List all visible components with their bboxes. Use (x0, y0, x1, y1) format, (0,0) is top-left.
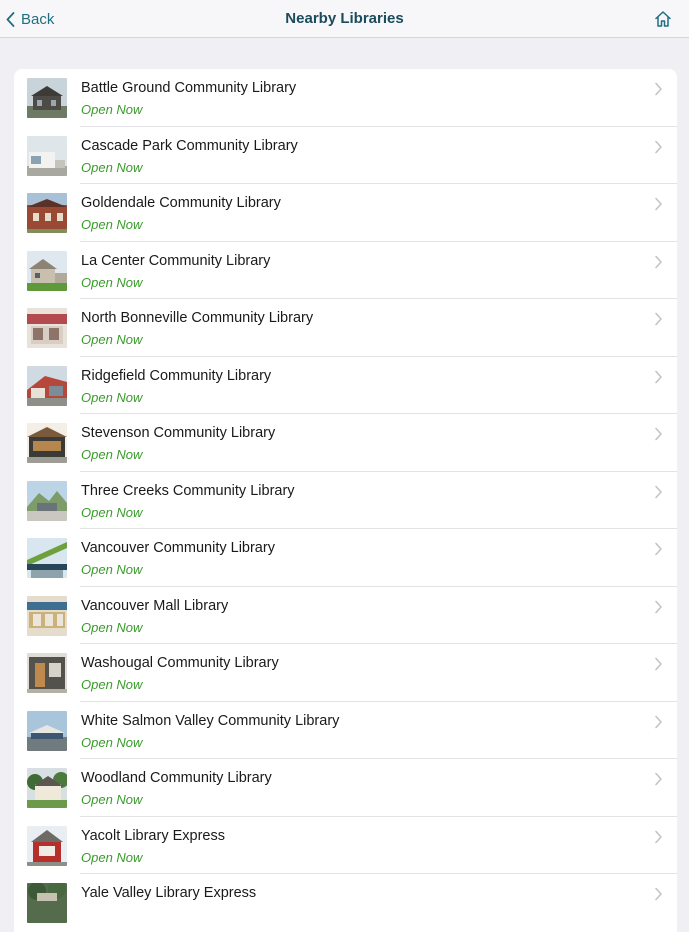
library-status: Open Now (81, 102, 143, 117)
library-name: Three Creeks Community Library (81, 482, 295, 499)
navigation-bar: Back Nearby Libraries (0, 0, 689, 38)
library-status: Open Now (81, 389, 143, 405)
library-list: Battle Ground Community Library Open Now C… (14, 69, 677, 932)
library-photo (27, 538, 67, 578)
library-row[interactable]: Vancouver Mall Library Open Now (14, 587, 677, 645)
home-button[interactable] (653, 9, 673, 29)
chevron-right-icon (655, 715, 662, 728)
library-status: Open Now (81, 274, 143, 290)
library-name: Woodland Community Library (81, 770, 272, 786)
chevron-right-icon (655, 542, 662, 556)
library-status: Open Now (81, 619, 143, 635)
library-photo (27, 365, 67, 406)
library-photo (27, 193, 67, 233)
library-photo (27, 768, 67, 808)
library-status: Open Now (81, 447, 143, 462)
library-row[interactable]: Ridgefield Community Library Open Now (14, 357, 677, 415)
library-row[interactable]: Battle Ground Community Library Open Now (14, 69, 677, 127)
chevron-right-icon (655, 887, 662, 901)
chevron-right-icon (655, 830, 662, 843)
chevron-right-icon (655, 82, 662, 96)
library-row[interactable]: Yacolt Library Express Open Now (14, 817, 677, 875)
library-name: Yale Valley Library Express (81, 885, 257, 901)
library-photo (27, 423, 67, 463)
chevron-right-icon (655, 427, 662, 441)
library-status: Open Now (81, 332, 143, 347)
library-row[interactable]: La Center Community Library Open Now (14, 242, 677, 300)
library-photo (27, 308, 67, 348)
library-name: White Salmon Valley Community Library (81, 712, 340, 729)
chevron-right-icon (655, 197, 662, 211)
library-name: Stevenson Community Library (81, 425, 276, 441)
library-row[interactable]: Stevenson Community Library Open Now (14, 414, 677, 472)
library-row[interactable]: Cascade Park Community Library Open Now (14, 127, 677, 185)
library-name: Yacolt Library Express (81, 827, 225, 844)
chevron-right-icon (655, 140, 662, 153)
page-title: Nearby Libraries (285, 10, 404, 27)
library-status: Open Now (81, 159, 143, 175)
library-photo (27, 710, 67, 751)
library-photo (27, 480, 67, 521)
library-photo (27, 135, 67, 176)
library-row[interactable]: North Bonneville Community Library Open N… (14, 299, 677, 357)
library-status: Open Now (81, 504, 143, 520)
library-row[interactable]: Yale Valley Library Express (14, 874, 677, 932)
library-status: Open Now (81, 217, 143, 232)
library-status: Open Now (81, 792, 143, 807)
chevron-right-icon (655, 657, 662, 671)
chevron-right-icon (655, 485, 662, 498)
library-name: Ridgefield Community Library (81, 367, 272, 384)
library-name: Vancouver Community Library (81, 540, 275, 556)
library-status: Open Now (81, 677, 143, 692)
library-name: Goldendale Community Library (81, 195, 281, 211)
chevron-right-icon (655, 600, 662, 613)
library-photo (27, 250, 67, 291)
library-row[interactable]: Woodland Community Library Open Now (14, 759, 677, 817)
library-row[interactable]: Vancouver Community Library Open Now (14, 529, 677, 587)
library-row[interactable]: Washougal Community Library Open Now (14, 644, 677, 702)
library-photo (27, 883, 67, 923)
chevron-right-icon (655, 312, 662, 326)
library-name: Vancouver Mall Library (81, 597, 229, 614)
library-status: Open Now (81, 734, 143, 750)
library-photo (27, 653, 67, 693)
library-photo (27, 78, 67, 118)
library-name: La Center Community Library (81, 252, 271, 269)
library-row[interactable]: White Salmon Valley Community Library Ope… (14, 702, 677, 760)
library-status: Open Now (81, 849, 143, 865)
chevron-right-icon (655, 370, 662, 383)
home-icon (655, 11, 671, 27)
library-photo (27, 595, 67, 636)
library-row[interactable]: Goldendale Community Library Open Now (14, 184, 677, 242)
library-photo (27, 825, 67, 866)
library-name: Battle Ground Community Library (81, 80, 297, 96)
library-row[interactable]: Three Creeks Community Library Open Now (14, 472, 677, 530)
library-name: Washougal Community Library (81, 655, 279, 671)
chevron-right-icon (655, 772, 662, 786)
library-name: Cascade Park Community Library (81, 137, 298, 154)
library-name: North Bonneville Community Library (81, 310, 314, 326)
library-status: Open Now (81, 562, 143, 577)
chevron-right-icon (655, 255, 662, 268)
